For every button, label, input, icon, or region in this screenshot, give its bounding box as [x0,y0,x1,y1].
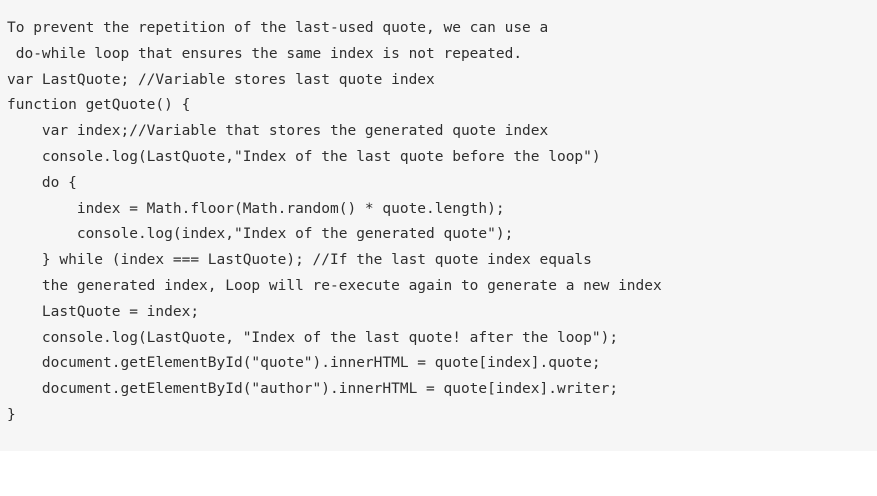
code-line: console.log(index,"Index of the generate… [7,226,514,243]
code-line: do { [7,174,77,191]
code-line: document.getElementById("quote").innerHT… [7,355,601,372]
code-line: console.log(LastQuote,"Index of the last… [7,148,601,165]
code-lines: To prevent the repetition of the last-us… [7,16,662,429]
code-line: LastQuote = index; [7,303,200,320]
code-line: To prevent the repetition of the last-us… [7,20,549,36]
code-line: var LastQuote; //Variable stores last qu… [7,71,435,88]
code-line: function getQuote() { [7,97,191,114]
code-line: } [7,406,16,423]
code-block: To prevent the repetition of the last-us… [0,0,877,451]
code-line: index = Math.floor(Math.random() * quote… [7,200,505,217]
code-line: console.log(LastQuote, "Index of the las… [7,329,619,346]
code-line: do-while loop that ensures the same inde… [7,45,523,62]
code-line: var index;//Variable that stores the gen… [7,123,549,140]
code-line: document.getElementById("author").innerH… [7,381,619,398]
code-line: } while (index === LastQuote); //If the … [7,252,592,269]
code-line: the generated index, Loop will re-execut… [7,277,662,294]
